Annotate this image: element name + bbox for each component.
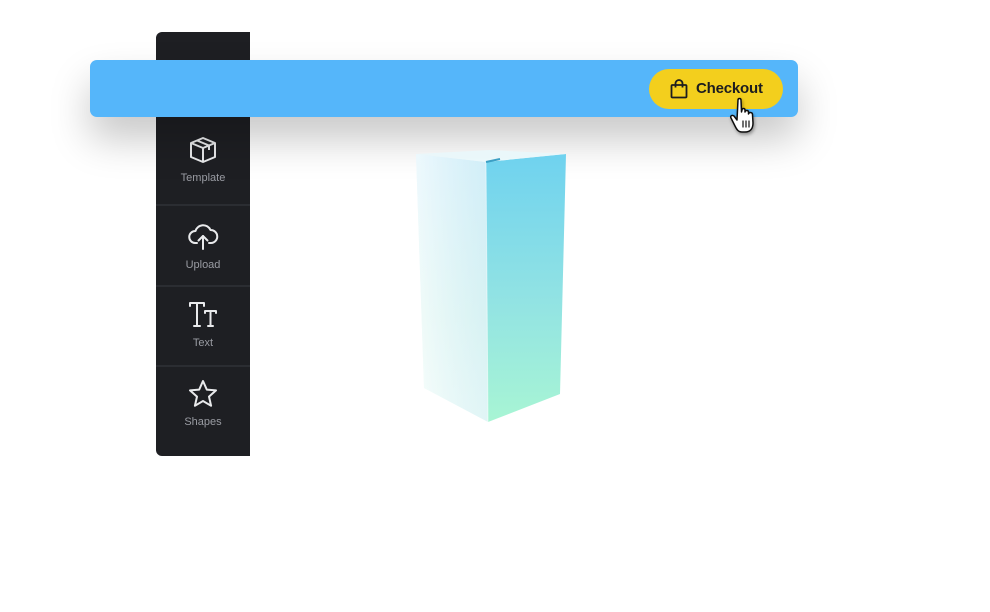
- checkout-label: Checkout: [696, 80, 763, 97]
- sidebar-item-label: Template: [180, 172, 226, 184]
- sidebar-item-label: Shapes: [184, 416, 222, 428]
- sidebar-item-label: Text: [192, 337, 214, 349]
- product-box-mockup: [416, 150, 566, 423]
- hand-pointer-icon: [730, 97, 754, 133]
- sidebar-item-upload[interactable]: Upload: [156, 221, 250, 271]
- star-icon: [189, 380, 217, 407]
- divider: [156, 204, 250, 206]
- sidebar-item-template[interactable]: Template: [156, 134, 250, 184]
- divider: [156, 365, 250, 367]
- package-icon: [190, 137, 216, 163]
- shopping-bag-icon: [670, 79, 688, 99]
- sidebar-item-text[interactable]: Text: [156, 299, 250, 349]
- text-icon: [189, 302, 217, 327]
- sidebar-item-shapes[interactable]: Shapes: [156, 378, 250, 428]
- divider: [156, 285, 250, 287]
- sidebar-item-label: Upload: [185, 259, 221, 271]
- cloud-upload-icon: [188, 224, 219, 250]
